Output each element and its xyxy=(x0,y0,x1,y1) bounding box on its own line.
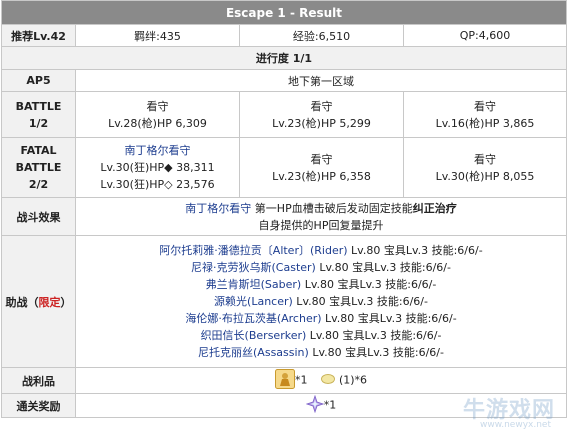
enemy-info: Lv.16(枪)HP 3,865 xyxy=(435,116,535,130)
support-label: 助战（限定） xyxy=(1,235,76,368)
battle-effect-text: 南丁格尔看守 第一HP血槽击破后发动固定技能纠正治疗 自身提供的HP回复量提升 xyxy=(75,197,567,236)
enemy-1-3: 看守 Lv.16(枪)HP 3,865 xyxy=(403,91,567,138)
ap-row: AP5 地下第一区域 xyxy=(1,69,567,92)
support-servant: 尼禄·克劳狄乌斯(Caster) Lv.80 宝具Lv.3 技能:6/6/- xyxy=(191,261,451,274)
servant-link[interactable]: 源赖光(Lancer) xyxy=(214,295,293,308)
boss-name-link[interactable]: 南丁格尔看守 xyxy=(76,142,239,159)
servant-link[interactable]: 尼禄·克劳狄乌斯(Caster) xyxy=(191,261,316,274)
progress-header: 进行度 1/1 xyxy=(1,46,567,70)
battle-1-row: BATTLE 1/2 看守 Lv.28(枪)HP 6,309 看守 Lv.23(枪… xyxy=(1,91,567,138)
watermark-url: www.newyx.net xyxy=(479,420,551,430)
support-servant: 海伦娜·布拉瓦茨基(Archer) Lv.80 宝具Lv.3 技能:6/6/- xyxy=(185,312,457,325)
ap-label: AP5 xyxy=(1,69,76,92)
support-row: 助战（限定） 阿尔托莉雅·潘德拉贡〔Alter〕(Rider) Lv.80 宝具… xyxy=(1,235,567,368)
servant-link[interactable]: 阿尔托莉雅·潘德拉贡〔Alter〕(Rider) xyxy=(159,244,347,257)
item-2-count: (1)*6 xyxy=(338,373,368,387)
bond-value: 羁绊:435 xyxy=(75,24,240,47)
enemy-1-2: 看守 Lv.23(枪)HP 5,299 xyxy=(239,91,404,138)
exp-value: 经验:6,510 xyxy=(239,24,404,47)
enemy-info: Lv.30(枪)HP 8,055 xyxy=(435,169,535,183)
qp-coin-icon[interactable] xyxy=(321,374,336,387)
enemy-name: 看守 xyxy=(146,99,169,113)
enemy-name: 看守 xyxy=(474,152,496,166)
loot-items: *1 (1)*6 xyxy=(75,367,567,394)
recommended-level: 推荐Lv.42 xyxy=(1,24,76,47)
enemy-2-3: 看守 Lv.30(枪)HP 8,055 xyxy=(403,137,567,198)
result-table: Escape 1 - Result 推荐Lv.42 羁绊:435 经验:6,51… xyxy=(1,0,567,418)
enemy-name: 看守 xyxy=(310,99,333,113)
skill-name: 纠正治疗 xyxy=(412,201,457,215)
servant-link[interactable]: 尼托克丽丝(Assassin) xyxy=(198,346,309,359)
loot-label: 战利品 xyxy=(1,367,76,394)
boss-hp-1: Lv.30(狂)HP◆ 38,311 xyxy=(100,161,215,174)
battle-2-label: FATAL BATTLE 2/2 xyxy=(1,137,76,198)
enemy-1-1: 看守 Lv.28(枪)HP 6,309 xyxy=(75,91,240,138)
location-name: 地下第一区域 xyxy=(75,69,567,92)
servant-link[interactable]: 海伦娜·布拉瓦茨基(Archer) xyxy=(185,312,321,325)
clear-reward-label: 通关奖励 xyxy=(1,393,76,418)
enemy-info: Lv.23(枪)HP 6,358 xyxy=(272,169,371,183)
battle-1-label: BATTLE 1/2 xyxy=(1,91,76,138)
support-servant: 弗兰肯斯坦(Saber) Lv.80 宝具Lv.3 技能:6/6/- xyxy=(205,278,437,291)
support-servant: 织田信长(Berserker) Lv.80 宝具Lv.3 技能:6/6/- xyxy=(200,329,442,342)
battle-effect-label: 战斗效果 xyxy=(1,197,76,236)
boss-hp-2: Lv.30(狂)HP◇ 23,576 xyxy=(100,178,215,191)
enemy-2-2: 看守 Lv.23(枪)HP 6,358 xyxy=(239,137,404,198)
boss-name-link[interactable]: 南丁格尔看守 xyxy=(185,202,251,215)
clear-reward-count: *1 xyxy=(323,398,337,412)
servant-link[interactable]: 弗兰肯斯坦(Saber) xyxy=(206,278,302,291)
battle-2-row: FATAL BATTLE 2/2 南丁格尔看守 Lv.30(狂)HP◆ 38,3… xyxy=(1,137,567,198)
battle-effect-row: 战斗效果 南丁格尔看守 第一HP血槽击破后发动固定技能纠正治疗 自身提供的HP回… xyxy=(1,197,567,236)
support-servant: 阿尔托莉雅·潘德拉贡〔Alter〕(Rider) Lv.80 宝具Lv.3 技能… xyxy=(159,244,483,257)
loot-row: 战利品 *1 (1)*6 xyxy=(1,367,567,394)
enemy-name: 看守 xyxy=(474,99,496,113)
qp-value: QP:4,600 xyxy=(403,24,567,47)
result-panel: Escape 1 - Result 推荐Lv.42 羁绊:435 经验:6,51… xyxy=(0,0,567,440)
quest-title: Escape 1 - Result xyxy=(1,0,567,25)
gold-statue-icon[interactable] xyxy=(274,369,295,392)
support-list: 阿尔托莉雅·潘德拉贡〔Alter〕(Rider) Lv.80 宝具Lv.3 技能… xyxy=(75,235,567,368)
enemy-name: 看守 xyxy=(310,152,333,166)
item-1-count: *1 xyxy=(294,373,308,387)
clear-reward-row: 通关奖励 *1 xyxy=(1,393,567,418)
support-servant: 尼托克丽丝(Assassin) Lv.80 宝具Lv.3 技能:6/6/- xyxy=(198,346,444,359)
clear-reward-items: *1 xyxy=(75,393,567,418)
stats-row: 推荐Lv.42 羁绊:435 经验:6,510 QP:4,600 xyxy=(1,24,567,47)
enemy-info: Lv.28(枪)HP 6,309 xyxy=(108,116,207,130)
support-servant: 源赖光(Lancer) Lv.80 宝具Lv.3 技能:6/6/- xyxy=(214,295,428,308)
saint-quartz-icon[interactable] xyxy=(305,394,325,416)
enemy-info: Lv.23(枪)HP 5,299 xyxy=(272,116,371,130)
servant-link[interactable]: 织田信长(Berserker) xyxy=(201,329,307,342)
boss-enemy: 南丁格尔看守 Lv.30(狂)HP◆ 38,311 Lv.30(狂)HP◇ 23… xyxy=(75,137,240,198)
